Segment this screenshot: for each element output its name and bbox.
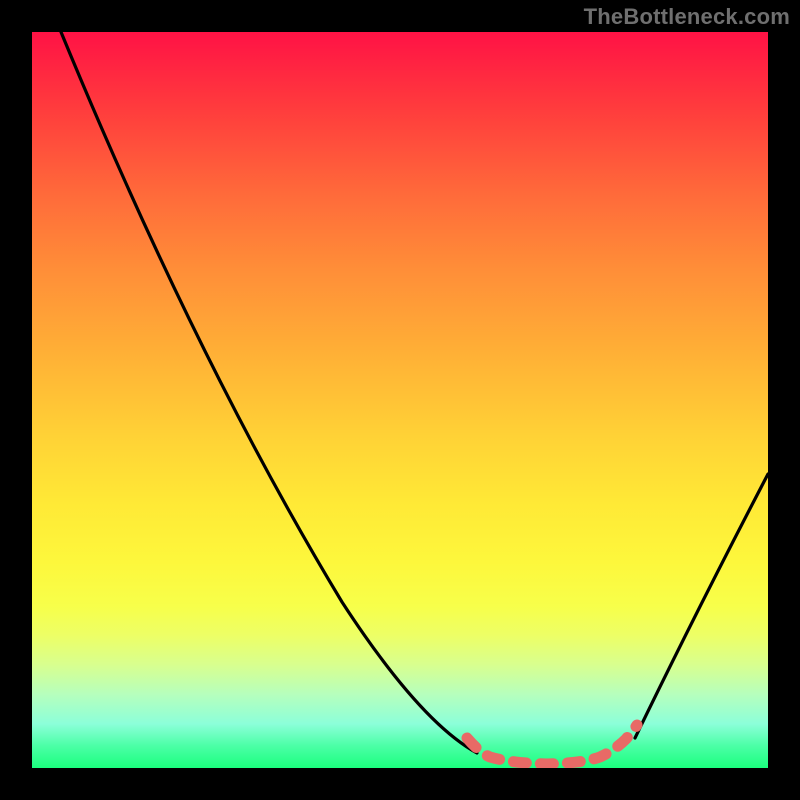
chart-plot-area — [32, 32, 768, 768]
left-branch-curve — [61, 32, 477, 753]
chart-frame: TheBottleneck.com — [0, 0, 800, 800]
optimal-zone-curve — [467, 725, 637, 764]
right-branch-curve — [635, 474, 768, 738]
watermark-text: TheBottleneck.com — [584, 4, 790, 30]
chart-curves — [32, 32, 768, 768]
